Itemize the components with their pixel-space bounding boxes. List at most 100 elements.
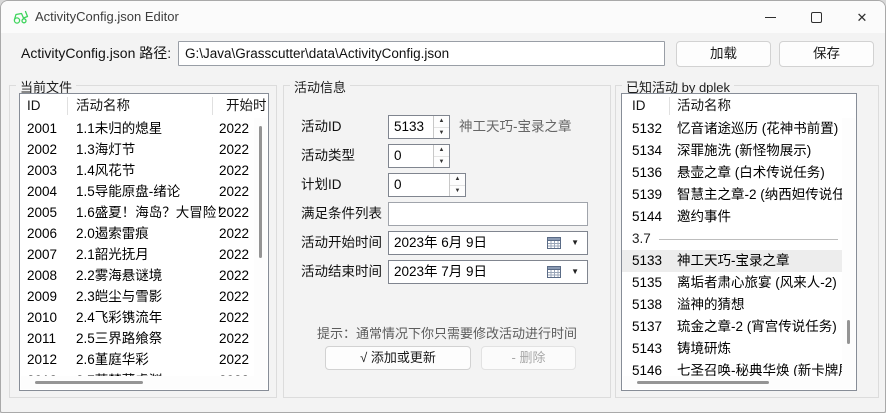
table-row[interactable]: 5136悬壶之章 (白术传说任务) (622, 162, 844, 184)
table-cell: 铸境研炼 (677, 338, 731, 360)
table-row[interactable]: 20051.6盛夏！海岛？大冒险！2022 (20, 202, 254, 223)
calendar-icon[interactable] (547, 265, 561, 278)
table-cell: 5144 (632, 206, 662, 228)
table-cell: 邀约事件 (677, 206, 731, 228)
table-row[interactable]: 5133神工天巧-宝录之章 (622, 250, 844, 272)
column-separator (669, 97, 670, 115)
start-time-picker[interactable]: 2023年 6月 9日 ▼ (388, 231, 588, 255)
table-cell: 2010 (27, 307, 57, 328)
table-cell: 2007 (27, 244, 57, 265)
titlebar[interactable]: ActivityConfig.json Editor ✕ (1, 1, 885, 33)
minimize-icon (765, 17, 776, 18)
table-cell: 5139 (632, 184, 662, 206)
activity-type-spinner[interactable]: 0 ▲▼ (388, 144, 450, 168)
schedule-id-value: 0 (394, 174, 402, 196)
calendar-icon[interactable] (547, 236, 561, 249)
table-row[interactable]: 5144 邀约事件 (622, 206, 844, 228)
table-row[interactable]: 20102.4飞彩镌流年2022 (20, 307, 254, 328)
scrollbar-thumb[interactable] (35, 381, 143, 384)
scrollbar-thumb[interactable] (259, 126, 262, 258)
table-row[interactable]: 20082.2雾海悬谜境2022 (20, 265, 254, 286)
horizontal-scrollbar[interactable] (21, 376, 254, 389)
table-row[interactable]: 20021.3海灯节2022 (20, 139, 254, 160)
known-activities-table[interactable]: ID 活动名称 5132忆音诸途巡历 (花神书前置)5134 深罪施洗 (新怪物展… (621, 93, 857, 391)
schedule-id-spinner[interactable]: 0 ▲▼ (388, 173, 466, 197)
version-separator-row: 3.7 (622, 228, 844, 250)
table-cell: 1.6盛夏！海岛？大冒险！ (76, 202, 230, 223)
table-cell: 溢神的猜想 (677, 294, 745, 316)
column-header-start[interactable]: 开始时 (226, 94, 267, 118)
spin-up-icon[interactable]: ▲ (434, 116, 449, 128)
end-time-picker[interactable]: 2023年 7月 9日 ▼ (388, 260, 588, 284)
table-cell: 2.5三界路飨祭 (76, 328, 162, 349)
column-header-id[interactable]: ID (27, 94, 41, 118)
table-cell: 2011 (27, 328, 56, 349)
add-or-update-button[interactable]: √ 添加或更新 (325, 346, 471, 370)
activity-id-spinner[interactable]: 5133 ▲▼ (388, 115, 450, 139)
table-row[interactable]: 20122.6堇庭华彩2022 (20, 349, 254, 370)
delete-button[interactable]: - 删除 (481, 346, 576, 370)
table-cell: 5135 (632, 272, 662, 294)
table-row[interactable]: 5135离垢者肃心旅宴 (风来人-2) (622, 272, 844, 294)
spin-down-icon[interactable]: ▼ (434, 157, 449, 168)
table-row[interactable]: 20062.0遏索雷痕2022 (20, 223, 254, 244)
table-cell: 2022 (219, 349, 249, 370)
table-cell: 2.4飞彩镌流年 (76, 307, 162, 328)
app-icon (12, 9, 30, 25)
table-cell: 2006 (27, 223, 57, 244)
table-row[interactable]: 20092.3皑尘与雪影2022 (20, 286, 254, 307)
table-cell: 忆音诸途巡历 (花神书前置) (677, 118, 838, 140)
table-cell: 5136 (632, 162, 662, 184)
table-cell: 5137 (632, 316, 662, 338)
table-cell: 1.3海灯节 (76, 139, 135, 160)
end-time-label: 活动结束时间 (301, 260, 382, 284)
scrollbar-thumb[interactable] (637, 381, 769, 384)
dropdown-caret-icon[interactable]: ▼ (571, 261, 579, 283)
spin-down-icon[interactable]: ▼ (434, 128, 449, 139)
table-row[interactable]: 5143铸境研炼 (622, 338, 844, 360)
table-row[interactable]: 5138溢神的猜想 (622, 294, 844, 316)
table-cell: 2002 (27, 139, 57, 160)
table-row[interactable]: 20011.1未归的熄星2022 (20, 118, 254, 139)
vertical-scrollbar[interactable] (842, 118, 855, 389)
spin-up-icon[interactable]: ▲ (450, 174, 465, 186)
activity-info-title: 活动信息 (290, 77, 350, 96)
app-window: ActivityConfig.json Editor ✕ ActivityCon… (0, 0, 886, 413)
table-row[interactable]: 5139智慧主之章-2 (纳西妲传说任务) (622, 184, 844, 206)
vertical-scrollbar[interactable] (254, 118, 267, 389)
spin-up-icon[interactable]: ▲ (434, 145, 449, 157)
close-button[interactable]: ✕ (839, 1, 885, 33)
dropdown-caret-icon[interactable]: ▼ (571, 232, 579, 254)
table-cell: 5134 (632, 140, 662, 162)
table-cell: 2022 (219, 223, 249, 244)
column-header-id[interactable]: ID (632, 94, 646, 118)
load-button[interactable]: 加载 (676, 41, 771, 67)
condition-list-input[interactable] (388, 202, 588, 226)
maximize-button[interactable] (793, 1, 839, 33)
activity-id-label: 活动ID (301, 115, 342, 139)
column-separator (67, 97, 68, 115)
table-row[interactable]: 5137琉金之章-2 (宵宫传说任务) (622, 316, 844, 338)
horizontal-scrollbar[interactable] (623, 376, 842, 389)
save-button[interactable]: 保存 (779, 41, 874, 67)
table-cell: 2.3皑尘与雪影 (76, 286, 162, 307)
table-row[interactable]: 20041.5导能原盘-绪论2022 (20, 181, 254, 202)
table-row[interactable]: 20072.1韶光抚月2022 (20, 244, 254, 265)
column-header-name[interactable]: 活动名称 (76, 94, 130, 118)
scrollbar-thumb[interactable] (847, 320, 850, 344)
minimize-button[interactable] (747, 1, 793, 33)
table-cell: 深罪施洗 (新怪物展示) (677, 140, 811, 162)
table-cell: 2022 (219, 328, 249, 349)
column-header-name[interactable]: 活动名称 (677, 94, 731, 118)
table-row[interactable]: 5134 深罪施洗 (新怪物展示) (622, 140, 844, 162)
path-input[interactable] (178, 41, 665, 66)
table-cell: 1.4风花节 (76, 160, 135, 181)
spin-down-icon[interactable]: ▼ (450, 186, 465, 197)
version-label: 3.7 (632, 228, 651, 250)
table-row[interactable]: 20031.4风花节2022 (20, 160, 254, 181)
table-row[interactable]: 2011 2.5三界路飨祭 2022 (20, 328, 254, 349)
table-cell: 2012 (27, 349, 57, 370)
table-row[interactable]: 5132忆音诸途巡历 (花神书前置) (622, 118, 844, 140)
known-activities-header: ID 活动名称 (622, 94, 856, 118)
current-file-table[interactable]: ID 活动名称 开始时 20011.1未归的熄星202220021.3海灯节20… (19, 93, 269, 391)
